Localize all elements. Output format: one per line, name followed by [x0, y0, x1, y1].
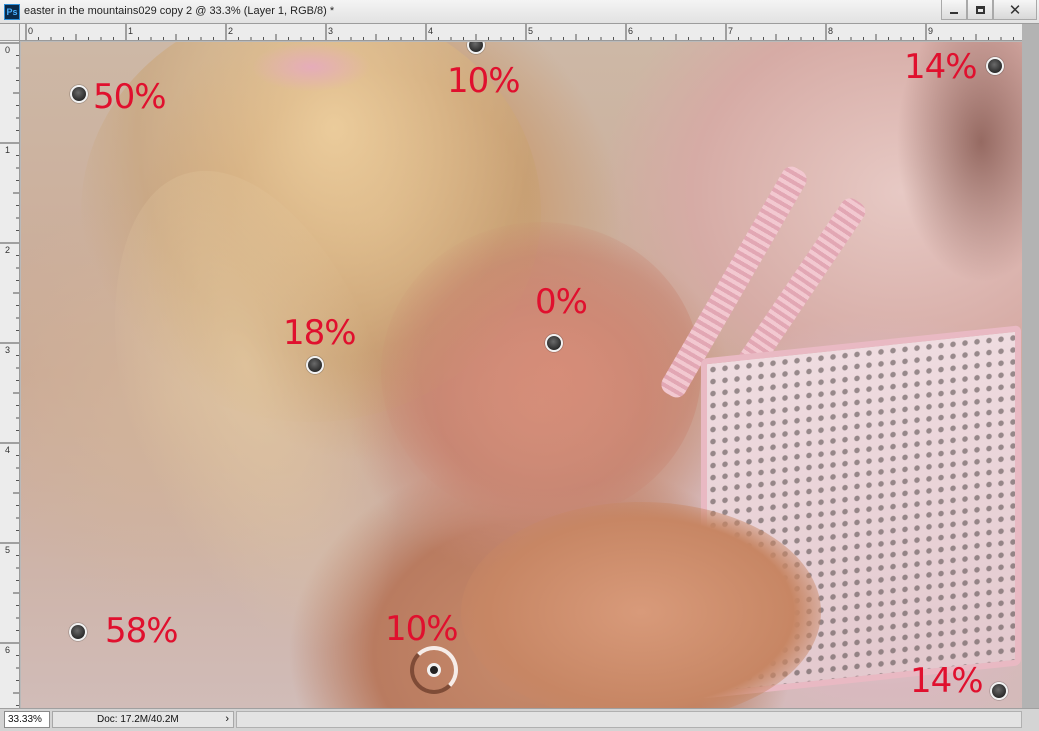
minimize-button[interactable] — [941, 0, 967, 20]
photoshop-app-icon: Ps — [4, 4, 20, 20]
ruler-label: 3 — [5, 345, 10, 355]
ruler-label: 7 — [728, 26, 733, 36]
document-title: easter in the mountains029 copy 2 @ 33.3… — [24, 5, 335, 17]
ruler-label: 4 — [5, 445, 10, 455]
color-sampler-marker[interactable] — [427, 663, 441, 677]
ruler-label: 6 — [5, 645, 10, 655]
ruler-label: 9 — [928, 26, 933, 36]
zoom-level-field[interactable]: 33.33% — [4, 711, 50, 728]
ruler-label: 2 — [5, 245, 10, 255]
ruler-label: 0 — [28, 26, 33, 36]
chevron-right-icon[interactable]: › — [225, 712, 229, 727]
color-sampler-marker[interactable] — [306, 356, 324, 374]
ruler-label: 5 — [5, 545, 10, 555]
window-controls: ✕ — [941, 0, 1037, 20]
document-title-bar[interactable]: Ps easter in the mountains029 copy 2 @ 3… — [0, 0, 1039, 24]
ruler-label: 4 — [428, 26, 433, 36]
color-sampler-marker[interactable] — [69, 623, 87, 641]
color-sampler-marker[interactable] — [70, 85, 88, 103]
close-button[interactable]: ✕ — [993, 0, 1037, 20]
maximize-button[interactable] — [967, 0, 993, 20]
ruler-origin[interactable] — [0, 24, 20, 41]
horizontal-ruler[interactable]: 0 1 2 3 4 5 6 7 8 9 — [20, 24, 1022, 41]
document-size-text: Doc: 17.2M/40.2M — [97, 714, 179, 725]
ruler-label: 1 — [128, 26, 133, 36]
ruler-label: 6 — [628, 26, 633, 36]
ruler-label: 3 — [328, 26, 333, 36]
ruler-label: 8 — [828, 26, 833, 36]
sample-label: 0% — [535, 282, 588, 322]
vertical-ruler-ticks: 0 1 2 3 4 5 6 — [0, 42, 19, 706]
sample-label: 58% — [105, 611, 179, 651]
vertical-scroll-area[interactable] — [1022, 24, 1039, 708]
color-sampler-marker[interactable] — [545, 334, 563, 352]
sample-label: 18% — [283, 313, 357, 353]
photo-face-region — [381, 222, 701, 522]
photo-hair-bow — [251, 42, 371, 92]
minimize-icon — [950, 11, 958, 14]
sample-label: 10% — [447, 61, 521, 101]
sample-label: 14% — [910, 661, 984, 701]
status-bar: 33.33% Doc: 17.2M/40.2M › — [0, 708, 1039, 731]
ruler-label: 0 — [5, 45, 10, 55]
document-info[interactable]: Doc: 17.2M/40.2M › — [52, 711, 234, 728]
photo-hand-region — [461, 502, 821, 708]
image-canvas[interactable]: 50% 10% 14% 18% 0% 58% 10% 14% — [21, 42, 1022, 708]
close-icon: ✕ — [1008, 1, 1022, 19]
sample-label: 14% — [904, 47, 978, 87]
maximize-icon — [975, 5, 985, 14]
sample-label: 10% — [385, 609, 459, 649]
color-sampler-marker[interactable] — [990, 682, 1008, 700]
ruler-label: 1 — [5, 145, 10, 155]
vertical-ruler[interactable]: 0 1 2 3 4 5 6 — [0, 41, 20, 708]
ruler-label: 2 — [228, 26, 233, 36]
ruler-label: 5 — [528, 26, 533, 36]
sample-label: 50% — [93, 77, 167, 117]
color-sampler-marker[interactable] — [467, 42, 485, 54]
horizontal-scrollbar[interactable] — [236, 711, 1022, 728]
horizontal-ruler-ticks: 0 1 2 3 4 5 6 7 8 9 — [25, 24, 1014, 40]
color-sampler-marker[interactable] — [986, 57, 1004, 75]
